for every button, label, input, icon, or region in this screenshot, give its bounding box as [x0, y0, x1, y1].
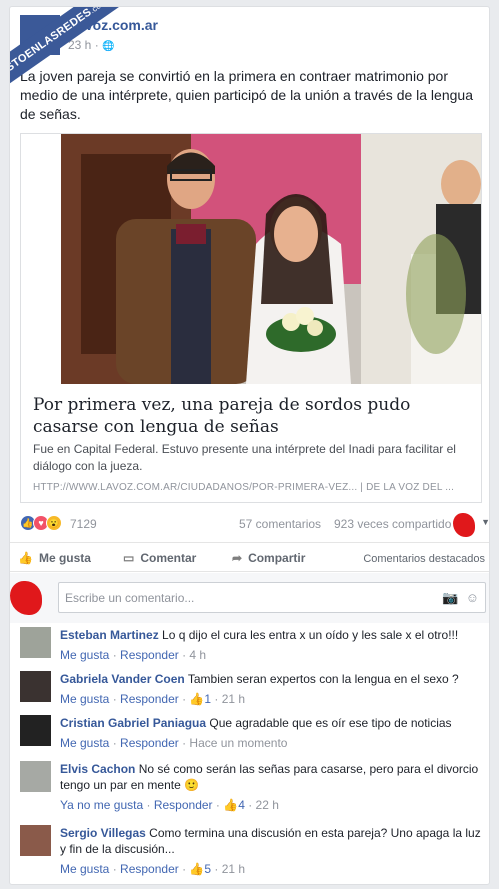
comment-time[interactable]: 21 h	[222, 692, 245, 706]
comment-body: Sergio Villegas Como termina una discusi…	[60, 825, 482, 877]
comment-like-count[interactable]: 5	[204, 862, 211, 876]
shares-count[interactable]: 923 veces compartido	[334, 517, 451, 531]
wedding-photo-illustration	[21, 134, 481, 384]
comment-text: Lo q dijo el cura les entra x un oído y …	[162, 628, 459, 642]
comment-like-link[interactable]: Me gusta	[60, 862, 109, 876]
comment-reply-link[interactable]: Responder	[120, 736, 179, 750]
comment-reply-link[interactable]: Responder	[120, 648, 179, 662]
comment-reply-link[interactable]: Responder	[120, 692, 179, 706]
comment-meta: Ya no me gusta · Responder · 👍4 · 22 h	[60, 798, 279, 812]
comment-button[interactable]: ▭ Comentar	[123, 551, 196, 565]
comment-input[interactable]: Escribe un comentario... 📷 ☺	[58, 582, 486, 613]
thumbs-up-icon: 👍	[223, 798, 239, 812]
comment-composer: Escribe un comentario... 📷 ☺	[10, 573, 489, 623]
reaction-icons[interactable]: 👍 ♥ 😮	[20, 515, 62, 531]
link-preview[interactable]: Por primera vez, una pareja de sordos pu…	[20, 133, 482, 503]
composer-icons: 📷 ☺	[442, 590, 479, 606]
comment-time[interactable]: Hace un momento	[189, 736, 287, 750]
comment-text: Tambien seran expertos con la lengua en …	[187, 672, 459, 686]
camera-icon[interactable]: 📷	[442, 590, 458, 605]
comment-body: Esteban Martinez Lo q dijo el cura les e…	[60, 627, 482, 663]
comment-like-count[interactable]: 1	[204, 692, 211, 706]
comment-meta: Me gusta · Responder · Hace un momento	[60, 736, 288, 750]
link-title[interactable]: Por primera vez, una pareja de sordos pu…	[33, 394, 473, 438]
share-arrow-icon: ➦	[232, 551, 243, 565]
comment-reply-link[interactable]: Responder	[120, 862, 179, 876]
share-button-label: Compartir	[248, 551, 306, 565]
post-card: VISTOENLASREDES.com LaVoz.com.ar 23 h · …	[9, 6, 490, 885]
thumbs-up-icon: 👍	[18, 551, 33, 565]
like-button[interactable]: 👍 Me gusta	[18, 551, 91, 565]
speech-bubble-icon: ▭	[123, 551, 135, 565]
red-scribble-mark	[453, 513, 475, 537]
comment-body: Cristian Gabriel Paniagua Que agradable …	[60, 715, 482, 751]
thumbs-up-icon: 👍	[189, 862, 205, 876]
comment-like-count[interactable]: 4	[238, 798, 245, 812]
avatar[interactable]	[20, 825, 51, 856]
comment-like-link[interactable]: Me gusta	[60, 736, 109, 750]
comment-author[interactable]: Elvis Cachon	[60, 762, 135, 776]
like-button-label: Me gusta	[38, 551, 91, 565]
wow-icon: 😮	[46, 515, 62, 531]
comment-meta: Me gusta · Responder · 4 h	[60, 648, 207, 662]
avatar[interactable]	[20, 627, 51, 658]
comment-time[interactable]: 4 h	[189, 648, 206, 662]
comment-reply-link[interactable]: Responder	[154, 798, 213, 812]
chevron-down-icon[interactable]: ▼	[481, 517, 489, 527]
link-description: Fue en Capital Federal. Estuvo presente …	[33, 442, 456, 473]
thumbs-up-icon: 👍	[189, 692, 205, 706]
comment-button-label: Comentar	[140, 551, 197, 565]
comment-like-link[interactable]: Me gusta	[60, 692, 109, 706]
comment-author[interactable]: Cristian Gabriel Paniagua	[60, 716, 206, 730]
emoji-icon[interactable]: ☺	[466, 590, 479, 605]
post-stats: 👍 ♥ 😮 7129 57 comentarios 923 veces comp…	[20, 513, 489, 533]
avatar[interactable]	[20, 671, 51, 702]
comment-time[interactable]: 21 h	[222, 862, 245, 876]
comment-like-link[interactable]: Ya no me gusta	[60, 798, 143, 812]
avatar[interactable]	[20, 761, 51, 792]
action-bar: 👍 Me gusta ▭ Comentar ➦ Compartir Coment…	[10, 542, 489, 572]
comment-author[interactable]: Gabriela Vander Coen	[60, 672, 185, 686]
reaction-count[interactable]: 7129	[70, 517, 97, 531]
red-scribble-avatar	[10, 581, 42, 615]
link-url[interactable]: HTTP://WWW.LAVOZ.COM.AR/CIUDADANOS/POR-P…	[33, 482, 473, 493]
wedding-photo[interactable]	[21, 134, 481, 384]
featured-comments-toggle[interactable]: Comentarios destacados	[363, 553, 485, 565]
comment-text: Que agradable que es oír ese tipo de not…	[209, 716, 452, 730]
comment-input-placeholder: Escribe un comentario...	[65, 591, 195, 605]
post-meta: 23 h · 🌐	[68, 38, 115, 52]
comment-meta: Me gusta · Responder · 👍1 · 21 h	[60, 692, 246, 706]
comment-body: Elvis Cachon No sé como serán las señas …	[60, 761, 482, 813]
comment-author[interactable]: Sergio Villegas	[60, 826, 146, 840]
comment-time[interactable]: 22 h	[256, 798, 279, 812]
comment-like-link[interactable]: Me gusta	[60, 648, 109, 662]
globe-icon: 🌐	[102, 41, 115, 52]
comment-body: Gabriela Vander Coen Tambien seran exper…	[60, 671, 482, 707]
avatar[interactable]	[20, 715, 51, 746]
share-button[interactable]: ➦ Compartir	[232, 551, 305, 565]
comment-author[interactable]: Esteban Martinez	[60, 628, 159, 642]
comment-meta: Me gusta · Responder · 👍5 · 21 h	[60, 862, 246, 876]
comments-count[interactable]: 57 comentarios	[239, 517, 321, 531]
post-text: La joven pareja se convirtió en la prime…	[20, 68, 473, 122]
